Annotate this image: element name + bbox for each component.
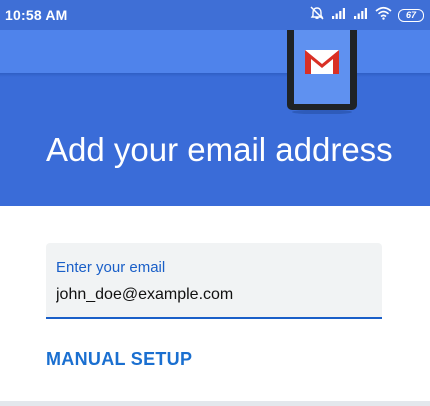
- hero-banner: Add your email address: [0, 30, 430, 206]
- email-field[interactable]: Enter your email: [46, 243, 382, 319]
- page-title: Add your email address: [46, 131, 393, 168]
- tablet-gmail-icon: [287, 30, 357, 115]
- status-bar: 10:58 AM 67: [0, 0, 430, 30]
- email-field-label: Enter your email: [56, 259, 166, 276]
- status-icons: 67: [309, 5, 424, 26]
- status-time: 10:58 AM: [5, 7, 68, 23]
- signal-icon: [353, 6, 369, 25]
- manual-setup-button[interactable]: MANUAL SETUP: [46, 349, 192, 370]
- email-input[interactable]: [56, 286, 372, 304]
- bottom-divider: [0, 401, 430, 406]
- alarm-off-icon: [309, 5, 325, 26]
- hero-band-shadow: [0, 73, 430, 77]
- signal-icon: [331, 6, 347, 25]
- battery-icon: 67: [398, 8, 424, 22]
- hero-band: [0, 30, 430, 73]
- wifi-icon: [375, 6, 392, 25]
